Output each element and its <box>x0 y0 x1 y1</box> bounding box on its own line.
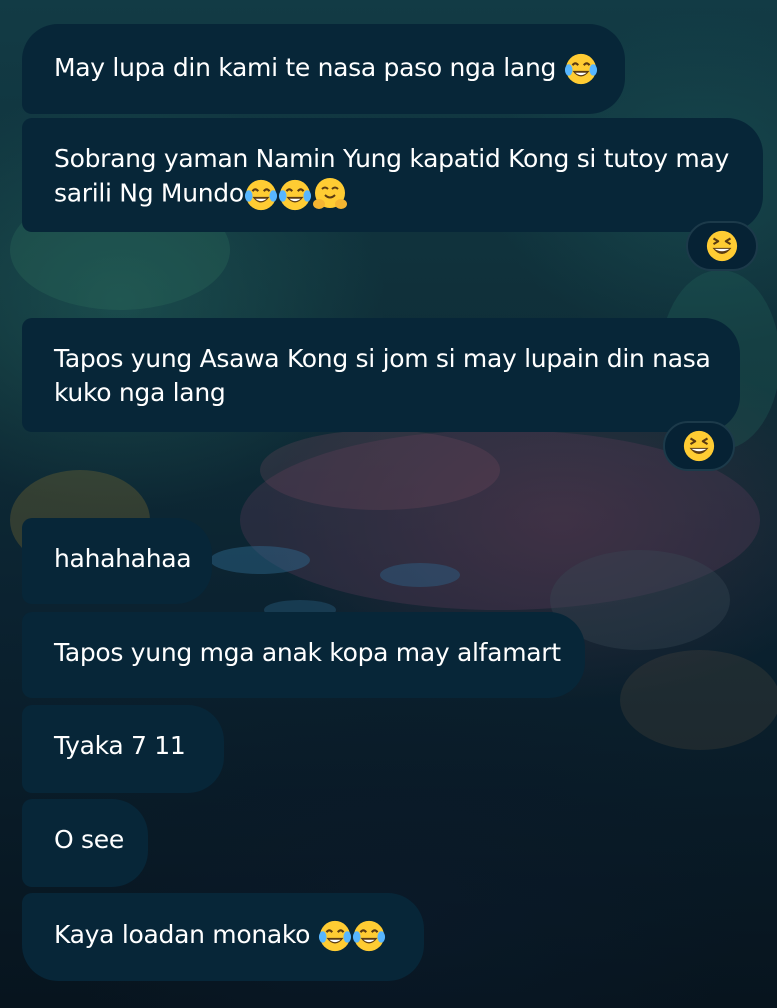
tears-of-joy-emoji-icon <box>352 920 385 951</box>
message-text: hahahahaa <box>54 544 192 573</box>
grinning-squinting-emoji-icon <box>683 430 715 462</box>
message-emojis <box>564 52 598 87</box>
message-reaction[interactable] <box>663 421 735 471</box>
grinning-squinting-emoji-icon <box>706 230 738 262</box>
message-text: Tapos yung Asawa Kong si jom si may lupa… <box>54 344 711 407</box>
hugging-face-emoji-icon <box>312 178 347 209</box>
message-bubble[interactable]: Tyaka 7 11 <box>22 705 224 793</box>
message-text: O see <box>54 825 124 854</box>
message-bubble[interactable]: Sobrang yaman Namin Yung kapatid Kong si… <box>22 118 763 232</box>
message-bubble[interactable]: Tapos yung mga anak kopa may alfamart <box>22 612 585 698</box>
message-bubble[interactable]: Tapos yung Asawa Kong si jom si may lupa… <box>22 318 740 432</box>
message-bubble[interactable]: May lupa din kami te nasa paso nga lang <box>22 24 625 114</box>
tears-of-joy-emoji-icon <box>318 920 351 951</box>
tears-of-joy-emoji-icon <box>564 53 597 84</box>
message-reaction[interactable] <box>686 221 758 271</box>
message-bubble[interactable]: hahahahaa <box>22 518 212 604</box>
message-emojis <box>244 176 348 213</box>
message-text: Tapos yung mga anak kopa may alfamart <box>54 638 561 667</box>
message-bubble[interactable]: O see <box>22 799 148 887</box>
message-text: Tyaka 7 11 <box>54 731 186 760</box>
tears-of-joy-emoji-icon <box>278 179 311 211</box>
message-text: Kaya loadan monako <box>54 920 311 949</box>
tears-of-joy-emoji-icon <box>244 179 277 211</box>
message-bubble[interactable]: Kaya loadan monako <box>22 893 424 981</box>
message-emojis <box>318 919 386 954</box>
message-text: Sobrang yaman Namin Yung kapatid Kong si… <box>54 144 729 208</box>
message-text: May lupa din kami te nasa paso nga lang <box>54 53 557 82</box>
